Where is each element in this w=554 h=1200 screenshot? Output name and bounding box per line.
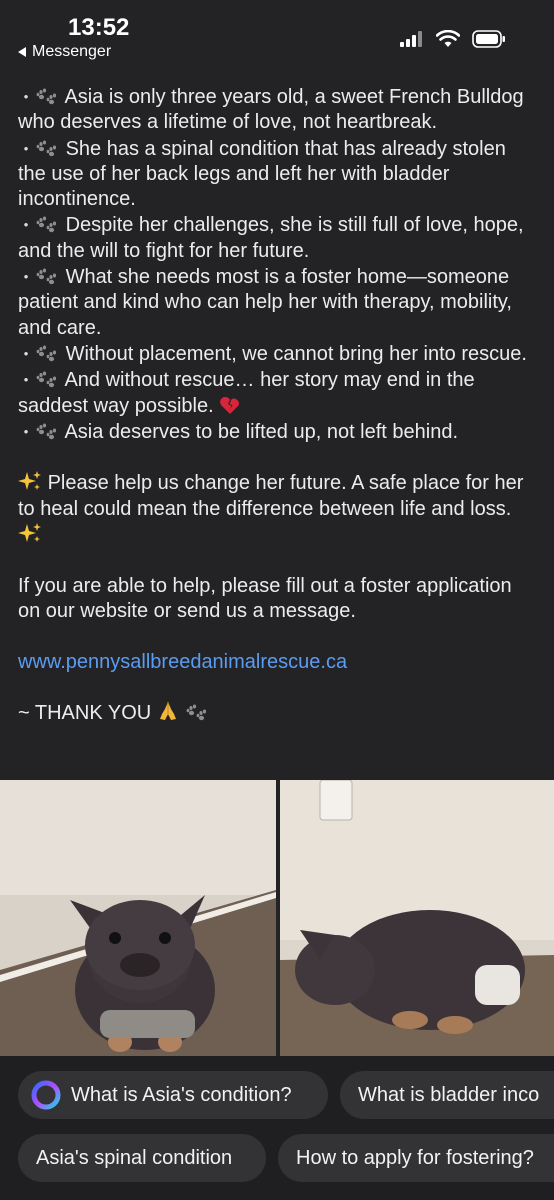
website-link[interactable]: www.pennysallbreedanimalrescue.ca (18, 651, 347, 673)
plea-paragraph: Please help us change her future. A safe… (18, 470, 538, 548)
list-item: • Without placement, we cannot bring her… (23, 342, 527, 365)
list-item: • What she needs most is a foster home—s… (18, 266, 512, 339)
dog-image (0, 780, 276, 1056)
meta-ai-icon (31, 1080, 61, 1110)
status-time: 13:52 (68, 14, 130, 41)
paw-prints-icon (186, 704, 207, 721)
back-to-app-link[interactable]: Messenger (18, 43, 111, 61)
photo-gallery (0, 780, 554, 1056)
paw-prints-icon (36, 371, 57, 388)
suggestion-chip-spinal[interactable]: Asia's spinal condition (18, 1134, 266, 1182)
post-body: • Asia is only three years old, a sweet … (18, 84, 538, 726)
suggestion-chip-bladder[interactable]: What is bladder inco (340, 1071, 554, 1119)
list-item: • Asia deserves to be lifted up, not lef… (23, 420, 459, 443)
call-to-action: If you are able to help, please fill out… (18, 574, 512, 622)
dog-photo-front[interactable] (0, 780, 276, 1056)
list-item: • Asia is only three years old, a sweet … (18, 86, 524, 134)
back-app-label: Messenger (32, 43, 112, 60)
dog-image (280, 780, 554, 1056)
paw-prints-icon (36, 268, 57, 285)
broken-heart-icon (220, 396, 240, 414)
suggestion-chip-asia-condition[interactable]: What is Asia's condition? (18, 1071, 328, 1119)
paw-prints-icon (36, 216, 57, 233)
dog-photo-side[interactable] (280, 780, 554, 1056)
status-icons (400, 30, 506, 48)
cellular-signal-icon (400, 31, 422, 47)
paw-prints-icon (36, 423, 57, 440)
folded-hands-icon (159, 702, 176, 721)
suggestion-chip-fostering[interactable]: How to apply for fostering? (278, 1134, 554, 1182)
sparkles-icon (18, 471, 41, 491)
list-item: • And without rescue… her story may end … (18, 369, 475, 417)
paw-prints-icon (36, 345, 57, 362)
list-item: • She has a spinal condition that has al… (18, 137, 506, 211)
suggestion-chips: What is Asia's condition? What is bladde… (0, 1056, 554, 1200)
paw-prints-icon (36, 88, 57, 105)
paw-prints-icon (36, 140, 57, 156)
sparkles-icon (18, 523, 41, 543)
battery-icon (472, 30, 505, 48)
back-arrow-icon (18, 47, 26, 57)
list-item: • Despite her challenges, she is still f… (18, 214, 524, 262)
wifi-icon (436, 30, 460, 47)
status-bar: 13:52 Messenger (0, 0, 554, 70)
sign-off: ~ THANK YOU (18, 700, 538, 726)
